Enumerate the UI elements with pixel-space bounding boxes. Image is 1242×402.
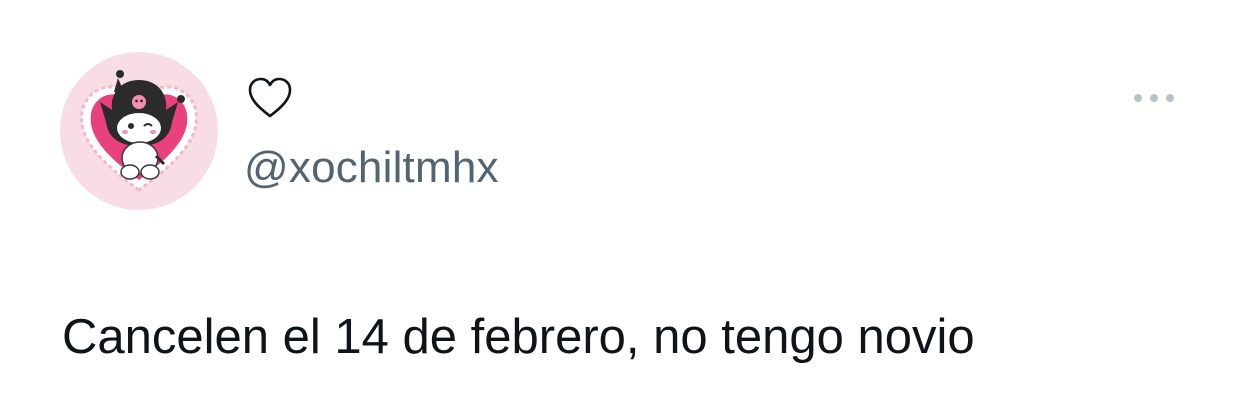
tweet-card: @xochiltmhx Cancelen el 14 de febrero, n… bbox=[0, 0, 1242, 402]
kuromi-heart-avatar-icon bbox=[80, 70, 198, 192]
tweet-text: Cancelen el 14 de febrero, no tengo novi… bbox=[62, 310, 975, 364]
more-options-button[interactable] bbox=[1128, 86, 1180, 110]
heart-outline-icon bbox=[248, 77, 292, 118]
user-handle[interactable]: @xochiltmhx bbox=[244, 140, 499, 196]
more-options-icon bbox=[1134, 94, 1174, 102]
display-name[interactable] bbox=[246, 66, 294, 130]
avatar[interactable] bbox=[60, 52, 218, 210]
